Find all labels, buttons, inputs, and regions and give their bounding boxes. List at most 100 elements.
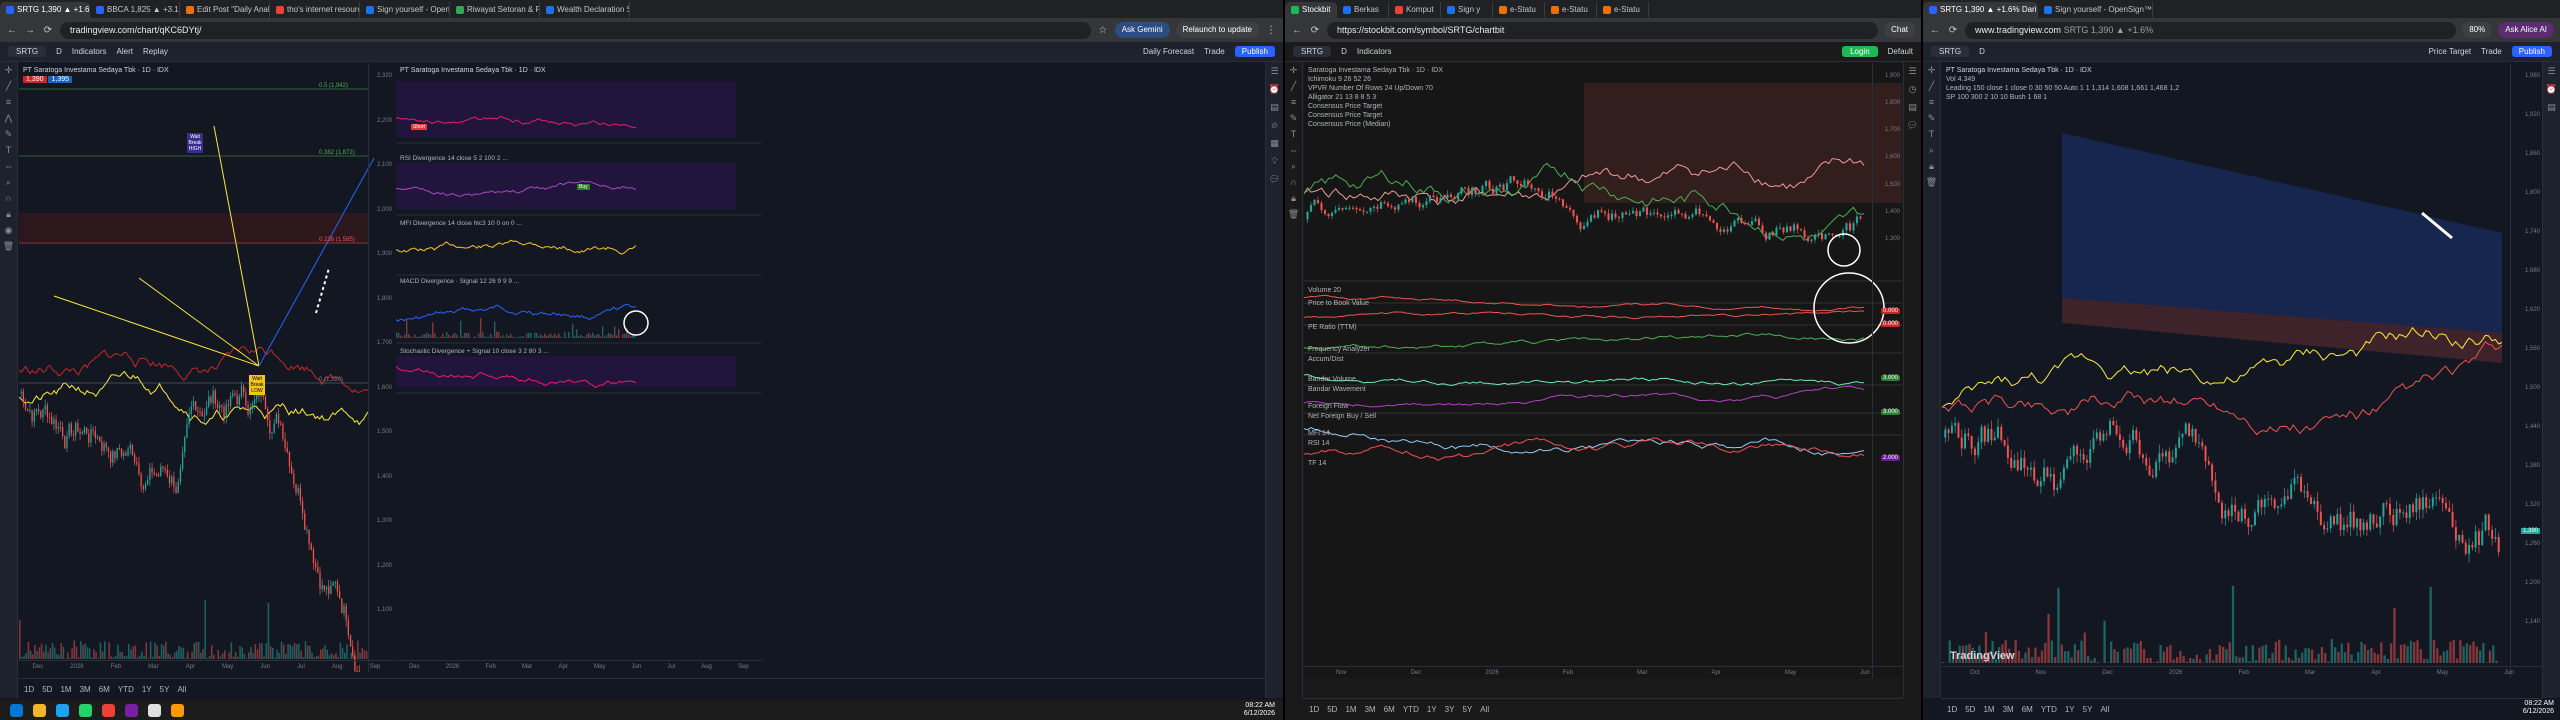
- ask-ai-button[interactable]: Ask Alice AI: [2498, 22, 2554, 38]
- watchlist-icon[interactable]: ☰: [1266, 62, 1283, 80]
- main-price-chart[interactable]: 0.5 (1,942) 0.382 (1,872) 0.236 (1,585) 0 (…: [19, 63, 394, 672]
- symbol-search-button[interactable]: SRTG: [8, 46, 47, 57]
- timeframe-button[interactable]: 6M: [1384, 705, 1395, 714]
- system-clock-3[interactable]: 08:22 AM 6/12/2026: [2523, 700, 2554, 716]
- system-clock[interactable]: 08:22 AM 6/12/2026: [1244, 702, 1275, 718]
- timeframe-button[interactable]: 3M: [2003, 705, 2014, 714]
- forward-icon[interactable]: →: [24, 25, 36, 36]
- timeframe-button[interactable]: 5Y: [160, 685, 170, 694]
- timeframe-button[interactable]: 1M: [60, 685, 71, 694]
- timeframe-button[interactable]: All: [1480, 705, 1489, 714]
- magnet-icon[interactable]: ∩: [0, 190, 17, 206]
- timeframe-button[interactable]: 3M: [1365, 705, 1376, 714]
- browser-tab[interactable]: tho's internet resources -: [270, 2, 360, 18]
- menu-icon[interactable]: ⋮: [1265, 25, 1277, 36]
- browser-tab[interactable]: Riwayat Setoran & Penarik: [450, 2, 540, 18]
- timeframe-button[interactable]: 6M: [99, 685, 110, 694]
- time-axis-2[interactable]: Nov Dec 2026 Feb Mar Apr May Jun: [1304, 666, 1902, 678]
- browser-tab[interactable]: e-Statu: [1597, 2, 1649, 18]
- data-window-icon[interactable]: ▤: [1266, 98, 1283, 116]
- start-icon[interactable]: [10, 703, 23, 717]
- reload-icon[interactable]: ⟳: [1947, 25, 1959, 36]
- brush-icon[interactable]: ✎: [1285, 110, 1302, 126]
- interval-button[interactable]: D: [56, 47, 62, 56]
- symbol-button-3[interactable]: SRTG: [1931, 46, 1970, 57]
- publish-button-3[interactable]: Publish: [2511, 46, 2552, 57]
- browser-tab[interactable]: Edit Post "Daily Analysis 20: [180, 2, 270, 18]
- browser-tab[interactable]: SRTG 1,390 ▲ +1.6% Dari: [1923, 2, 2038, 18]
- fib-icon[interactable]: ≡: [1285, 94, 1302, 110]
- price-axis[interactable]: 2,320 2,200 2,100 2,000 1,900 1,800 1,700 1,600…: [368, 63, 394, 672]
- timeframe-button[interactable]: 1M: [1983, 705, 1994, 714]
- watchlist-icon[interactable]: ☰: [2543, 62, 2560, 80]
- trash-icon[interactable]: 🗑︎: [0, 238, 17, 254]
- file-explorer-icon[interactable]: [33, 703, 46, 717]
- trash-icon[interactable]: 🗑︎: [1923, 174, 1940, 190]
- stockbit-chart[interactable]: Saratoga Investama Sedaya Tbk · 1D · IDX…: [1304, 63, 1902, 678]
- timeframe-button[interactable]: YTD: [118, 685, 134, 694]
- calendar-icon[interactable]: ▦: [1266, 134, 1283, 152]
- address-bar-3[interactable]: www.tradingview.com SRTG 1,390 ▲ +1.6%: [1965, 21, 2457, 39]
- reload-icon[interactable]: ⟳: [42, 25, 54, 36]
- trendline-icon[interactable]: ╱: [1285, 78, 1302, 94]
- trash-icon[interactable]: 🗑︎: [1285, 206, 1302, 222]
- watchlist-icon[interactable]: ☰: [1904, 62, 1921, 80]
- time-axis-3[interactable]: Oct Nov Dec 2026 Feb Mar Apr May Jun: [1942, 666, 2542, 678]
- timeframe-button[interactable]: All: [177, 685, 186, 694]
- timeframe-button[interactable]: 6M: [2022, 705, 2033, 714]
- address-bar-2[interactable]: https://stockbit.com/symbol/SRTG/chartbi…: [1327, 21, 1879, 39]
- interval-button-2[interactable]: D: [1341, 47, 1347, 56]
- timeframe-button[interactable]: 5D: [1965, 705, 1975, 714]
- time-axis[interactable]: Dec 2026 Feb Mar Apr May Jun Jul Aug Sep: [19, 660, 394, 672]
- address-bar[interactable]: tradingview.com/chart/qKC6DYtj/: [60, 21, 1091, 39]
- ruler-icon[interactable]: ⇔: [1285, 142, 1302, 158]
- indicator-time-axis[interactable]: Dec 2026 Feb Mar Apr May Jun Jul Aug Sep: [396, 660, 762, 672]
- back-icon[interactable]: ←: [1291, 25, 1303, 36]
- publish-button[interactable]: Publish: [1234, 46, 1275, 57]
- text-icon[interactable]: T: [0, 142, 17, 158]
- fib-icon[interactable]: ≡: [1923, 94, 1940, 110]
- brush-icon[interactable]: ✎: [1923, 110, 1940, 126]
- crosshair-icon[interactable]: ✛: [1285, 62, 1302, 78]
- alerts-icon[interactable]: ⏰: [1266, 80, 1283, 98]
- second-chart-canvas[interactable]: [1942, 63, 2542, 678]
- browser-tab[interactable]: Berkas: [1337, 2, 1389, 18]
- text-icon[interactable]: T: [1285, 126, 1302, 142]
- zoom-icon[interactable]: ⌕: [1923, 142, 1940, 158]
- zoom-icon[interactable]: ⌕: [1285, 158, 1302, 174]
- ask-gemini-button[interactable]: Ask Gemini: [1114, 22, 1170, 38]
- alerts-icon[interactable]: ⏰: [2543, 80, 2560, 98]
- edge-icon[interactable]: [56, 703, 69, 717]
- browser-tab[interactable]: Sign yourself - OpenSign™: [360, 2, 450, 18]
- browser-tab[interactable]: Sign y: [1441, 2, 1493, 18]
- crosshair-icon[interactable]: ✛: [1923, 62, 1940, 78]
- chrome-icon[interactable]: [102, 703, 115, 717]
- browser-tab[interactable]: Stockbit: [1285, 2, 1337, 18]
- measure-icon[interactable]: ⇔: [0, 158, 17, 174]
- browser-tab[interactable]: Komput: [1389, 2, 1441, 18]
- interval-button-3[interactable]: D: [1979, 47, 1985, 56]
- news-icon[interactable]: ▤: [1904, 98, 1921, 116]
- fib-icon[interactable]: ≡: [0, 94, 17, 110]
- browser-tab[interactable]: e-Statu: [1493, 2, 1545, 18]
- timeframe-button[interactable]: 1M: [1345, 705, 1356, 714]
- zoom-icon[interactable]: ⌕: [0, 174, 17, 190]
- crosshair-icon[interactable]: ✛: [0, 62, 17, 78]
- indicator-chart[interactable]: PT Saratoga Investama Sedaya Tbk · 1D · …: [396, 63, 762, 672]
- browser-tab[interactable]: BBCA 1,825 ▲ +3.1% Supe: [90, 2, 180, 18]
- timeframe-button[interactable]: All: [2100, 705, 2109, 714]
- whatsapp-icon[interactable]: [79, 703, 92, 717]
- alert-button[interactable]: Alert: [117, 47, 133, 56]
- replay-button[interactable]: Replay: [143, 47, 168, 56]
- ideas-icon[interactable]: 💡︎: [1266, 152, 1283, 170]
- timeframe-button[interactable]: 1Y: [1427, 705, 1437, 714]
- indicators-button-2[interactable]: Indicators: [1357, 47, 1392, 56]
- back-icon[interactable]: ←: [1929, 25, 1941, 36]
- app-icon[interactable]: [125, 703, 138, 717]
- price-chart-canvas[interactable]: 0.5 (1,942) 0.382 (1,872) 0.236 (1,585) 0 (…: [19, 63, 394, 672]
- timeframe-button[interactable]: 5D: [1327, 705, 1337, 714]
- lock-icon[interactable]: 🔒︎: [1923, 158, 1940, 174]
- browser-tab[interactable]: SRTG 1,390 ▲ +1.6% Dari: [0, 2, 90, 18]
- login-button[interactable]: Login: [1842, 46, 1878, 57]
- relaunch-button[interactable]: Relaunch to update: [1175, 22, 1259, 38]
